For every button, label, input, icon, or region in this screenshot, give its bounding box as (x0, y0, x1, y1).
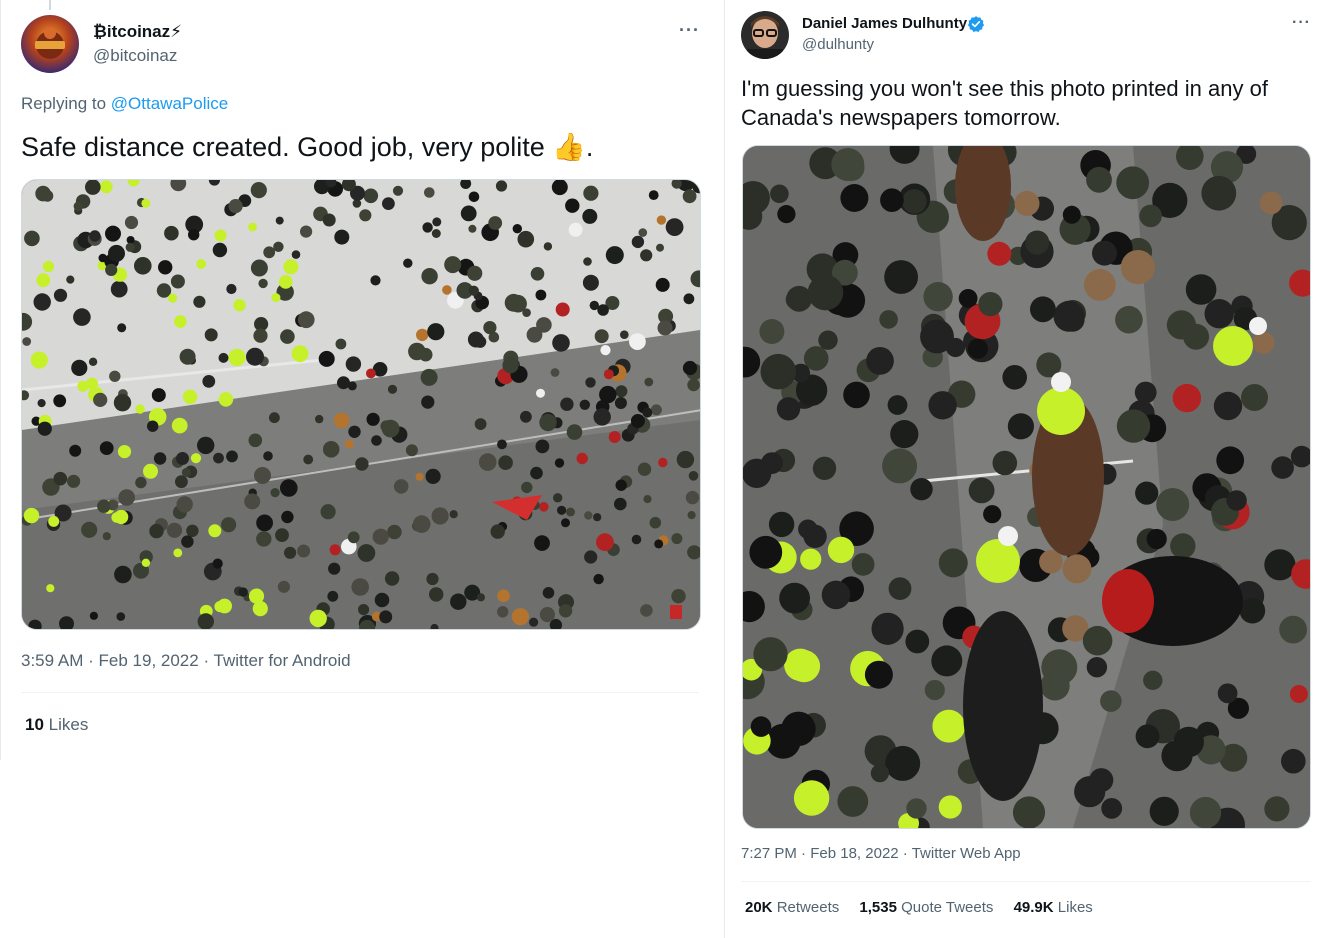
likes-stat[interactable]: 49.9K Likes (1014, 899, 1093, 916)
tweet-bitcoinaz: ₿itcoinaz⚡ @bitcoinaz ··· Replying to @O… (0, 0, 723, 760)
handle[interactable]: @dulhunty (802, 36, 874, 53)
crowd-closeup-photo[interactable] (742, 145, 1311, 829)
tweet-text: I'm guessing you won't see this photo pr… (741, 76, 1268, 130)
display-name[interactable]: ₿itcoinaz⚡ (93, 22, 182, 42)
verified-badge-icon (967, 16, 985, 32)
meta-separator: · (203, 651, 210, 670)
photo-right-drawing (743, 146, 1310, 828)
tweet-dulhunty: Daniel James Dulhunty @dulhunty ··· I'm … (724, 0, 1340, 938)
avatar-bitcoinaz[interactable] (21, 15, 79, 73)
tweet-meta: 3:59 AM · Feb 19, 2022 · Twitter for And… (21, 651, 351, 671)
replying-to: Replying to @OttawaPolice (21, 94, 228, 114)
tweet-meta: 7:27 PM · Feb 18, 2022 · Twitter Web App (741, 845, 1021, 862)
display-name[interactable]: Daniel James Dulhunty (802, 15, 967, 32)
engagement-stats: 10 Likes (25, 715, 104, 735)
replying-to-handle-link[interactable]: @OttawaPolice (111, 94, 228, 113)
retweets-stat[interactable]: 20K Retweets (745, 899, 839, 916)
source-link[interactable]: Twitter for Android (214, 651, 351, 670)
replying-to-label: Replying to (21, 94, 107, 113)
tweet-text: Safe distance created. Good job, very po… (21, 132, 594, 162)
meta-separator: · (902, 845, 908, 862)
quote-tweets-stat[interactable]: 1,535 Quote Tweets (859, 899, 993, 916)
engagement-stats: 20K Retweets 1,535 Quote Tweets 49.9K Li… (745, 899, 1109, 916)
timestamp-link[interactable]: 3:59 AM · Feb 19, 2022 (21, 651, 199, 670)
more-horizontal-icon[interactable]: ··· (679, 20, 700, 41)
avatar-dulhunty[interactable] (741, 11, 789, 59)
likes-label: Likes (48, 715, 89, 734)
thread-connector-line (49, 0, 51, 10)
crowd-photo[interactable] (21, 179, 701, 630)
timestamp-link[interactable]: 7:27 PM · Feb 18, 2022 (741, 845, 899, 862)
handle[interactable]: @bitcoinaz (93, 46, 177, 66)
photo-left-drawing (22, 180, 700, 629)
divider (741, 881, 1311, 882)
likes-count: 10 (25, 715, 44, 734)
source-link[interactable]: Twitter Web App (912, 845, 1021, 862)
likes-stat[interactable]: 10 Likes (25, 715, 88, 734)
more-horizontal-icon[interactable]: ··· (1292, 14, 1311, 32)
divider (21, 692, 699, 693)
